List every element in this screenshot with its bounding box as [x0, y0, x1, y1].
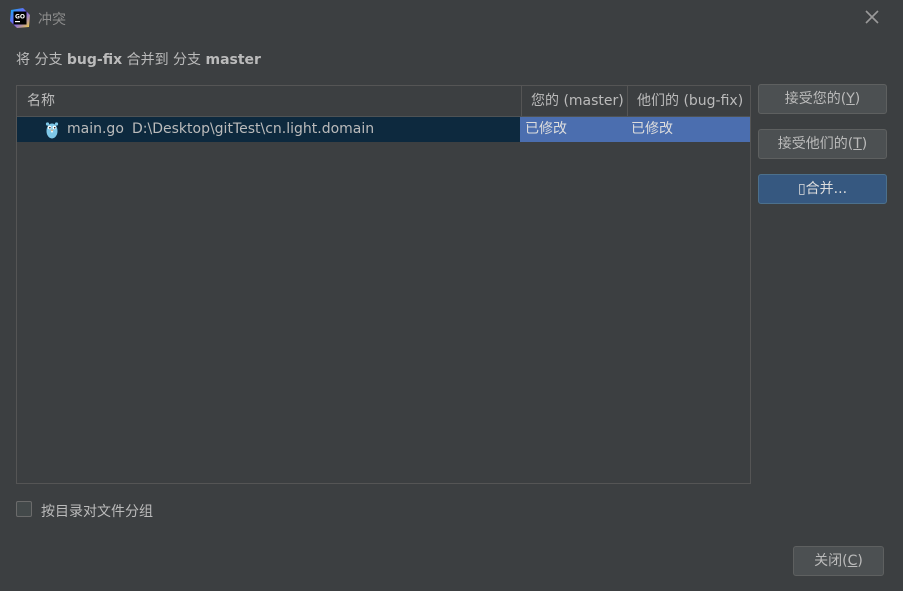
accept-yours-mnemonic: Y: [846, 91, 855, 107]
accept-yours-button[interactable]: 接受您的(Y): [758, 84, 887, 114]
cell-ours-status[interactable]: 已修改: [520, 117, 627, 142]
file-name: main.go: [67, 121, 124, 137]
merge-button[interactable]: ▯合并...: [758, 174, 887, 204]
file-path: D:\Desktop\gitTest\cn.light.domain: [132, 121, 375, 137]
table-row[interactable]: main.go D:\Desktop\gitTest\cn.light.doma…: [17, 117, 750, 142]
accept-yours-label: 接受您的(: [784, 91, 847, 107]
conflicts-dialog: GO 冲突 将 分支 bug-fix 合并到 分支 master 名称 您的 (…: [0, 0, 903, 591]
close-button[interactable]: 关闭(C): [793, 546, 884, 576]
accept-theirs-mnemonic: T: [853, 136, 862, 152]
cell-file[interactable]: main.go D:\Desktop\gitTest\cn.light.doma…: [17, 117, 520, 142]
column-header-theirs[interactable]: 他们的 (bug-fix): [627, 86, 760, 116]
column-header-ours[interactable]: 您的 (master): [521, 86, 636, 116]
table-header: 名称 您的 (master) 他们的 (bug-fix): [17, 86, 750, 117]
column-header-name[interactable]: 名称: [27, 86, 517, 116]
subtitle-prefix: 将 分支: [16, 52, 67, 68]
target-branch: master: [205, 52, 261, 68]
window-title: 冲突: [38, 12, 66, 28]
cell-theirs-status[interactable]: 已修改: [627, 117, 750, 142]
accept-yours-tail: ): [854, 91, 861, 107]
conflicts-table: 名称 您的 (master) 他们的 (bug-fix) main.go D:\…: [16, 85, 751, 484]
accept-theirs-button[interactable]: 接受他们的(T): [758, 129, 887, 159]
close-tail: ): [857, 553, 863, 569]
close-label: 关闭(: [814, 553, 848, 569]
accept-theirs-label: 接受他们的(: [777, 136, 854, 152]
merge-glyph: ▯: [797, 181, 806, 197]
close-mnemonic: C: [847, 553, 858, 569]
group-by-directory-label: 按目录对文件分组: [41, 504, 153, 520]
title-bar: GO 冲突: [0, 0, 903, 36]
subtitle-middle: 合并到 分支: [122, 52, 206, 68]
source-branch: bug-fix: [66, 52, 123, 68]
close-icon[interactable]: [863, 8, 881, 26]
gopher-file-icon: [45, 122, 59, 139]
merge-description: 将 分支 bug-fix 合并到 分支 master: [16, 49, 261, 69]
group-by-directory-checkbox[interactable]: [16, 501, 32, 517]
svg-text:GO: GO: [15, 14, 25, 21]
merge-label: 合并...: [805, 181, 848, 197]
accept-theirs-tail: ): [861, 136, 868, 152]
goland-icon: GO: [10, 8, 30, 28]
